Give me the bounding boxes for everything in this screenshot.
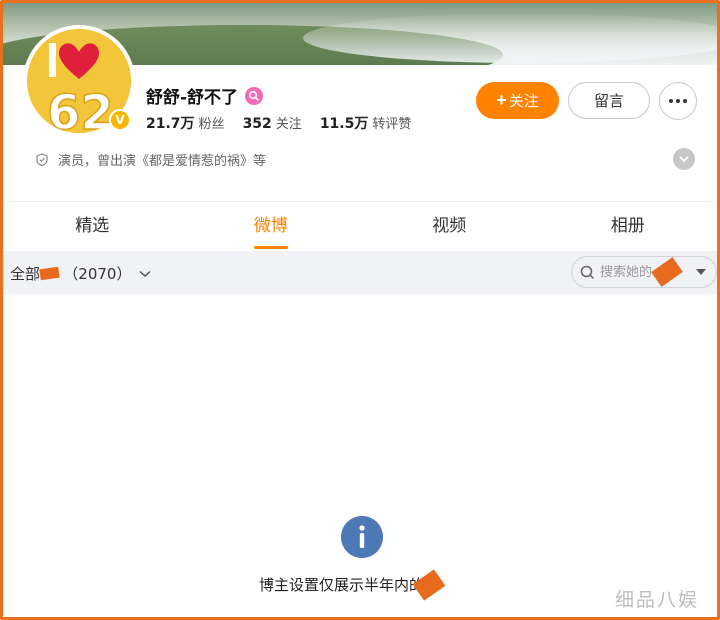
follow-button[interactable]: + 关注 (476, 82, 559, 119)
profile-stats: 21.7万 粉丝 352 关注 11.5万 转评赞 (146, 113, 429, 133)
stat-followers[interactable]: 21.7万 粉丝 (146, 113, 225, 133)
verified-badge-icon: V (109, 109, 131, 131)
shield-icon (36, 153, 48, 166)
profile-name-row: 舒舒-舒不了 (146, 83, 264, 108)
more-options-button[interactable] (659, 82, 697, 120)
empty-state-message: 博主设置仅展示半年内的 (259, 568, 446, 601)
empty-message: 博主设置仅展示半年内的 (259, 576, 425, 594)
sticker-overlay (651, 257, 683, 287)
search-icon (580, 265, 595, 279)
filter-prefix: 全部 (10, 265, 41, 283)
stat-value: 21.7万 (146, 116, 195, 132)
info-icon (341, 516, 383, 558)
expand-bio-button[interactable] (673, 148, 695, 170)
stat-label: 关注 (275, 117, 302, 132)
bio-text: 演员，曾出演《都是爱情惹的祸》等 (58, 154, 267, 169)
avatar-number: 62 (47, 85, 114, 133)
stat-label: 转评赞 (372, 117, 412, 132)
profile-name: 舒舒-舒不了 (146, 88, 239, 108)
chevron-down-icon (139, 270, 151, 277)
message-label: 留言 (593, 93, 624, 110)
caret-down-icon[interactable] (696, 269, 706, 275)
member-badge-icon[interactable] (245, 86, 264, 105)
search-box[interactable] (571, 256, 717, 288)
post-filter-dropdown[interactable]: 全部 （2070） (10, 263, 151, 284)
page-frame: 62 V 舒舒-舒不了 21.7万 粉丝 352 关注 11.5万 转评赞 + … (0, 0, 720, 620)
section-divider (3, 201, 717, 202)
bio-row: 演员，曾出演《都是爱情惹的祸》等 (36, 150, 266, 169)
tab-featured[interactable]: 精选 (3, 203, 182, 251)
stat-value: 352 (242, 116, 272, 132)
empty-state (3, 295, 717, 617)
dot-icon (683, 99, 687, 103)
tab-videos[interactable]: 视频 (360, 203, 539, 251)
message-button[interactable]: 留言 (568, 82, 650, 119)
stat-following[interactable]: 352 关注 (243, 113, 302, 132)
stat-label: 粉丝 (198, 117, 225, 132)
chevron-down-icon (679, 155, 689, 162)
stat-value: 11.5万 (319, 116, 369, 132)
tab-weibo[interactable]: 微博 (182, 203, 361, 251)
sticker-overlay (39, 266, 60, 281)
profile-tabs: 精选 微博 视频 相册 (3, 203, 717, 251)
banner-mist (303, 13, 717, 63)
plus-icon: + (496, 90, 507, 110)
tab-albums[interactable]: 相册 (539, 203, 718, 251)
dot-icon (669, 99, 673, 103)
dot-icon (676, 99, 680, 103)
post-count: （2070） (63, 265, 132, 283)
watermark: 细品八娱 (615, 589, 700, 611)
follow-label: 关注 (508, 93, 539, 110)
stat-reposts-likes[interactable]: 11.5万 转评赞 (320, 113, 412, 133)
